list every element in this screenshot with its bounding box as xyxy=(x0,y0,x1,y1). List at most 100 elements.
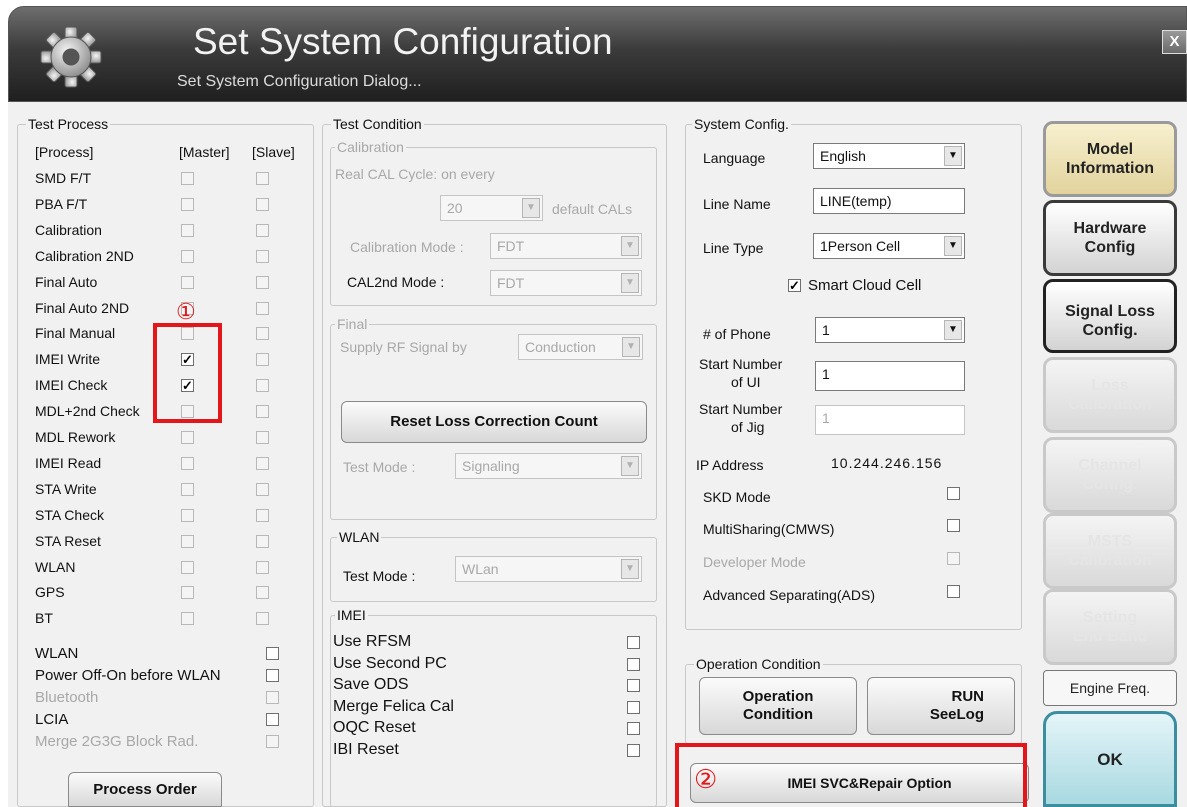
gear-icon xyxy=(40,26,102,88)
cal-cycle-suffix: default CALs xyxy=(552,201,633,217)
calibration-mode-select[interactable]: FDT ▼ xyxy=(490,233,642,259)
imei-option-checkbox[interactable] xyxy=(627,700,640,714)
msts-calibration-line2: Calibration xyxy=(1068,552,1152,569)
wlan-test-mode-select[interactable]: WLan ▼ xyxy=(455,556,642,582)
slave-checkbox[interactable] xyxy=(256,301,269,315)
cal-cycle-select[interactable]: 20 ▼ xyxy=(440,195,543,221)
extra-option-checkbox[interactable] xyxy=(266,713,279,726)
system-option-checkbox[interactable] xyxy=(947,487,960,500)
master-checkbox[interactable] xyxy=(181,586,194,600)
test-process-legend: Test Process xyxy=(26,116,111,132)
imei-option-checkbox[interactable] xyxy=(627,722,640,736)
slave-checkbox[interactable] xyxy=(256,560,269,574)
ok-button[interactable]: OK xyxy=(1043,711,1177,807)
slave-checkbox[interactable] xyxy=(256,508,269,522)
extra-option-checkbox[interactable] xyxy=(266,669,279,682)
master-checkbox[interactable] xyxy=(181,249,194,263)
imei-option-checkbox[interactable] xyxy=(627,744,640,757)
final-test-mode-label: Test Mode : xyxy=(343,459,416,475)
slave-checkbox[interactable] xyxy=(256,612,269,626)
language-select[interactable]: English ▼ xyxy=(813,143,965,169)
setting-end-band-button[interactable]: Setting End Band xyxy=(1043,589,1177,665)
channel-config-button[interactable]: Channel Config. xyxy=(1043,437,1177,513)
master-checkbox[interactable] xyxy=(181,456,194,470)
master-checkbox[interactable] xyxy=(181,534,194,548)
operation-condition-line1: Operation xyxy=(742,688,814,705)
master-checkbox[interactable] xyxy=(181,508,194,522)
slave-checkbox[interactable] xyxy=(256,353,269,367)
smart-cloud-cell-label: Smart Cloud Cell xyxy=(808,277,922,294)
slave-checkbox[interactable] xyxy=(256,275,269,289)
start-ui-label-line1: Start Number xyxy=(699,356,783,372)
slave-checkbox[interactable] xyxy=(256,405,269,419)
imei-option-checkbox[interactable] xyxy=(627,679,640,693)
slave-checkbox[interactable] xyxy=(256,223,269,237)
slave-checkbox[interactable] xyxy=(256,431,269,444)
language-value: English xyxy=(820,148,866,164)
loss-calibration-button[interactable]: Loss Calibration xyxy=(1043,357,1177,433)
master-checkbox[interactable] xyxy=(181,197,194,211)
imei-option-checkbox[interactable] xyxy=(627,657,640,671)
engine-freq-button[interactable]: Engine Freq. xyxy=(1043,670,1177,706)
master-checkbox[interactable] xyxy=(181,172,194,185)
run-seelog-line1: RUN xyxy=(951,688,985,705)
process-order-button[interactable]: Process Order xyxy=(68,772,222,807)
start-ui-input[interactable]: 1 xyxy=(815,361,965,391)
slave-checkbox[interactable] xyxy=(256,379,269,393)
line-name-input[interactable]: LINE(temp) xyxy=(813,188,965,214)
master-checkbox[interactable] xyxy=(181,560,194,574)
master-checkbox[interactable] xyxy=(181,275,194,289)
ip-address-label: IP Address xyxy=(696,457,764,473)
line-type-select[interactable]: 1Person Cell ▼ xyxy=(813,233,965,259)
imei-option-label: OQC Reset xyxy=(333,719,416,737)
slave-checkbox[interactable] xyxy=(256,456,269,470)
system-option-checkbox[interactable] xyxy=(947,585,960,598)
chevron-down-icon: ▼ xyxy=(944,320,962,340)
slave-checkbox[interactable] xyxy=(256,249,269,263)
phone-count-select[interactable]: 1 ▼ xyxy=(815,317,965,343)
operation-condition-button[interactable]: Operation Condition xyxy=(699,677,857,735)
start-jig-input[interactable]: 1 xyxy=(815,405,965,435)
master-checkbox[interactable] xyxy=(181,482,194,496)
extra-option-checkbox[interactable] xyxy=(266,647,279,660)
channel-config-line2: Config. xyxy=(1082,476,1138,493)
slave-checkbox[interactable] xyxy=(256,482,269,496)
hardware-config-line1: Hardware xyxy=(1073,220,1147,237)
hardware-config-button[interactable]: Hardware Config xyxy=(1043,200,1177,276)
smart-cloud-cell-checkbox[interactable]: ✓ xyxy=(788,279,801,292)
extra-option-checkbox[interactable] xyxy=(266,735,279,748)
final-test-mode-select[interactable]: Signaling ▼ xyxy=(455,453,642,479)
slave-checkbox[interactable] xyxy=(256,586,269,600)
master-checkbox[interactable] xyxy=(181,612,194,626)
chevron-down-icon: ▼ xyxy=(944,146,962,166)
model-information-button[interactable]: Model Information xyxy=(1043,121,1177,197)
annotation-marker-1: ① xyxy=(176,299,196,324)
signal-loss-config-button[interactable]: Signal Loss Config. xyxy=(1043,279,1177,353)
cal2nd-mode-select[interactable]: FDT ▼ xyxy=(490,270,642,296)
column-header-process: [Process] xyxy=(35,144,94,160)
master-checkbox[interactable] xyxy=(181,223,194,237)
start-jig-label-line2: of Jig xyxy=(731,419,765,435)
slave-checkbox[interactable] xyxy=(256,327,269,341)
run-seelog-button[interactable]: RUN SeeLog xyxy=(867,677,1015,735)
slave-checkbox[interactable] xyxy=(256,172,269,185)
start-ui-label-line2: of UI xyxy=(731,374,761,390)
slave-checkbox[interactable] xyxy=(256,534,269,548)
ip-address-value: 10.244.246.156 xyxy=(831,455,943,471)
reset-loss-correction-button[interactable]: Reset Loss Correction Count xyxy=(341,401,647,443)
imei-option-checkbox[interactable] xyxy=(627,636,640,649)
extra-option-checkbox[interactable] xyxy=(266,691,279,704)
supply-rf-select[interactable]: Conduction ▼ xyxy=(518,334,643,360)
system-option-checkbox[interactable] xyxy=(947,519,960,532)
chevron-down-icon: ▼ xyxy=(944,236,962,256)
model-information-line1: Model xyxy=(1086,141,1134,158)
master-checkbox[interactable] xyxy=(181,431,194,444)
column-header-master: [Master] xyxy=(179,144,230,160)
system-option-checkbox[interactable] xyxy=(947,552,960,565)
msts-calibration-button[interactable]: MSTS Calibration xyxy=(1043,513,1177,589)
phone-count-label: # of Phone xyxy=(703,326,771,342)
close-button[interactable]: X xyxy=(1162,30,1187,54)
column-header-slave: [Slave] xyxy=(252,144,295,160)
msts-calibration-line1: MSTS xyxy=(1087,533,1133,550)
slave-checkbox[interactable] xyxy=(256,197,269,211)
